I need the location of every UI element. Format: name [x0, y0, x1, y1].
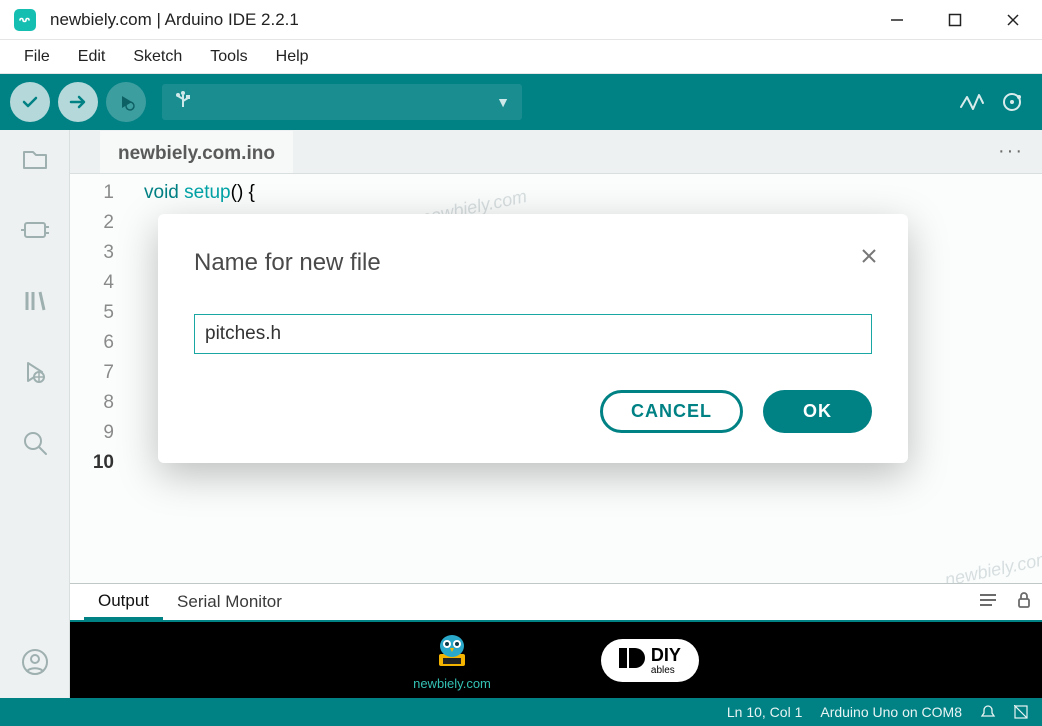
serial-monitor-button[interactable]: [992, 74, 1032, 130]
notifications-icon[interactable]: [980, 704, 996, 720]
dialog-close-button[interactable]: [860, 244, 878, 274]
usb-icon: [174, 90, 192, 115]
watermark: newbiely.com: [942, 543, 1042, 583]
menu-help[interactable]: Help: [264, 44, 321, 70]
tab-overflow-button[interactable]: ···: [998, 140, 1024, 163]
line-number: 6: [70, 328, 130, 358]
menu-tools[interactable]: Tools: [198, 44, 259, 70]
status-bar: Ln 10, Col 1 Arduino Uno on COM8: [0, 698, 1042, 726]
bottom-panel: Output Serial Monitor: [70, 583, 1042, 698]
title-bar: newbiely.com | Arduino IDE 2.2.1: [0, 0, 1042, 40]
panel-options-icon[interactable]: [970, 592, 1006, 613]
brand-diy-big: DIY: [651, 645, 681, 665]
menu-edit[interactable]: Edit: [66, 44, 118, 70]
line-number: 9: [70, 418, 130, 448]
brand-diyables: DIY ables: [601, 639, 699, 682]
panel-tab-output[interactable]: Output: [84, 585, 163, 620]
upload-button[interactable]: [58, 82, 98, 122]
status-board-info: Arduino Uno on COM8: [820, 704, 962, 720]
editor-tab-active[interactable]: newbiely.com.ino: [100, 131, 293, 173]
panel-tab-bar: Output Serial Monitor: [70, 584, 1042, 622]
sidebar-search-icon[interactable]: [20, 428, 50, 463]
sidebar-sketchbook-icon[interactable]: [20, 144, 50, 179]
window-minimize-button[interactable]: [868, 0, 926, 40]
diyables-icon: [619, 646, 645, 675]
brand-newbiely-text: newbiely.com: [413, 676, 491, 691]
brand-newbiely: newbiely.com: [413, 630, 491, 691]
panel-tab-serial[interactable]: Serial Monitor: [163, 586, 296, 618]
ok-button[interactable]: OK: [763, 390, 872, 433]
brand-diy-small: ables: [651, 666, 681, 676]
window-maximize-button[interactable]: [926, 0, 984, 40]
app-icon: [14, 9, 36, 31]
menu-file[interactable]: File: [12, 44, 62, 70]
owl-icon: [429, 630, 475, 674]
filename-input[interactable]: [194, 314, 872, 354]
sidebar-debug-icon[interactable]: [20, 357, 50, 392]
menu-bar: File Edit Sketch Tools Help: [0, 40, 1042, 74]
line-number: 8: [70, 388, 130, 418]
sidebar-library-icon[interactable]: [20, 286, 50, 321]
window-title: newbiely.com | Arduino IDE 2.2.1: [50, 10, 299, 30]
output-console: newbiely.com DIY ables: [70, 622, 1042, 698]
board-selector[interactable]: ▼: [162, 84, 522, 120]
editor-area: newbiely.com.ino ··· newbiely.com newbie…: [70, 130, 1042, 698]
sidebar-boards-icon[interactable]: [20, 215, 50, 250]
status-cursor-position: Ln 10, Col 1: [727, 704, 803, 720]
verify-button[interactable]: [10, 82, 50, 122]
code-editor[interactable]: newbiely.com newbiely.com newbiely.com n…: [70, 174, 1042, 583]
cancel-button[interactable]: CANCEL: [600, 390, 743, 433]
code-line: void setup() {: [130, 178, 255, 208]
line-number: 2: [70, 208, 130, 238]
toolbar: ▼: [0, 74, 1042, 130]
status-close-icon[interactable]: [1014, 705, 1028, 719]
line-number: 5: [70, 298, 130, 328]
line-number: 1: [70, 178, 130, 208]
new-file-dialog: Name for new file CANCEL OK: [158, 214, 908, 463]
line-number: 4: [70, 268, 130, 298]
window-close-button[interactable]: [984, 0, 1042, 40]
editor-tab-bar: newbiely.com.ino ···: [70, 130, 1042, 174]
panel-lock-icon[interactable]: [1006, 591, 1042, 614]
line-number: 7: [70, 358, 130, 388]
chevron-down-icon: ▼: [496, 94, 510, 110]
debug-button[interactable]: [106, 82, 146, 122]
serial-plotter-button[interactable]: [952, 74, 992, 130]
menu-sketch[interactable]: Sketch: [121, 44, 194, 70]
line-number: 3: [70, 238, 130, 268]
line-number: 10: [70, 448, 130, 478]
sidebar-profile-icon[interactable]: [20, 647, 50, 682]
activity-sidebar: [0, 130, 70, 698]
dialog-title: Name for new file: [194, 248, 872, 278]
